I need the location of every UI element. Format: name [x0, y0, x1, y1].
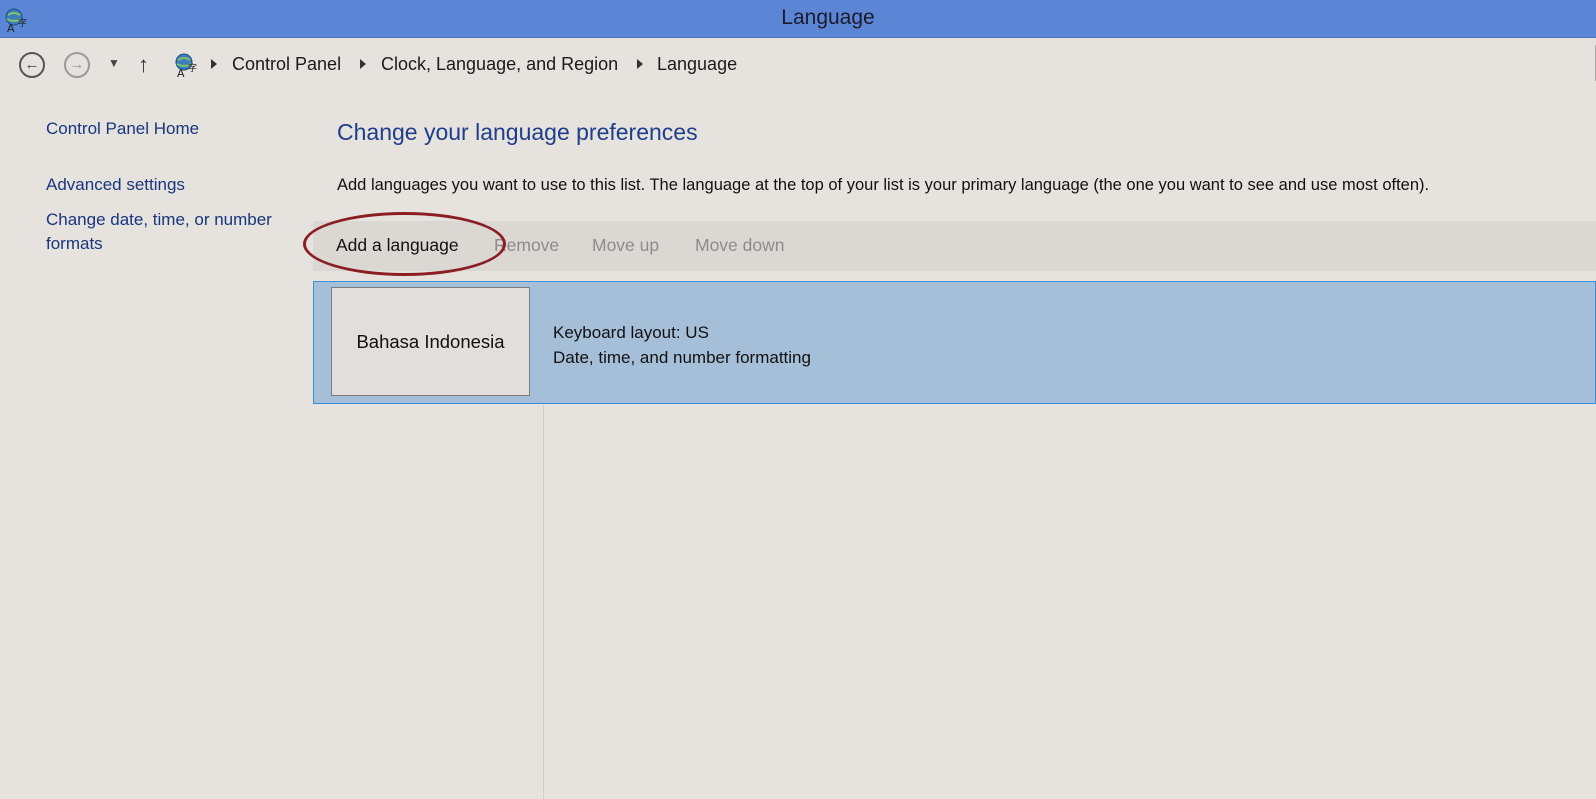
breadcrumb-control-panel[interactable]: Control Panel: [232, 54, 341, 75]
forward-arrow-icon[interactable]: →: [64, 52, 90, 78]
breadcrumb-separator-icon[interactable]: [637, 59, 643, 69]
keyboard-layout-text: Keyboard layout: US: [553, 323, 709, 342]
language-toolbar: Add a language Remove Move up Move down: [313, 221, 1596, 271]
page-description: Add languages you want to use to this li…: [337, 176, 1430, 194]
move-down-button[interactable]: Move down: [695, 235, 785, 256]
title-bar: A 字 Language: [0, 0, 1596, 38]
svg-text:字: 字: [188, 62, 197, 74]
language-globe-icon: A 字: [175, 53, 197, 78]
move-up-button[interactable]: Move up: [592, 235, 659, 256]
formatting-text: Date, time, and number formatting: [553, 348, 811, 367]
language-details: Keyboard layout: US Date, time, and numb…: [553, 320, 811, 370]
sidebar-link-change-formats[interactable]: Change date, time, or number formats: [46, 208, 301, 256]
sidebar-link-control-panel-home[interactable]: Control Panel Home: [46, 117, 199, 141]
add-language-button[interactable]: Add a language: [336, 235, 459, 256]
back-arrow-icon[interactable]: ←: [19, 52, 45, 78]
breadcrumb-separator-icon[interactable]: [211, 59, 217, 69]
breadcrumb-separator-icon[interactable]: [360, 59, 366, 69]
recent-locations-chevron-icon[interactable]: ▼: [108, 56, 120, 70]
window-title: Language: [781, 6, 875, 29]
list-divider: [543, 405, 544, 799]
up-arrow-icon[interactable]: ↑: [138, 52, 149, 78]
remove-button[interactable]: Remove: [494, 235, 559, 256]
svg-text:A: A: [177, 67, 185, 78]
sidebar-link-advanced-settings[interactable]: Advanced settings: [46, 173, 185, 197]
navigation-bar: ← → ▼ ↑ A 字 Control Panel Clock, Languag…: [0, 38, 1596, 90]
page-title: Change your language preferences: [337, 119, 698, 145]
breadcrumb-language[interactable]: Language: [657, 54, 737, 75]
language-name-tile[interactable]: Bahasa Indonesia: [331, 287, 530, 396]
language-list-item[interactable]: Bahasa Indonesia Keyboard layout: US Dat…: [313, 281, 1596, 404]
breadcrumb-clock-language-region[interactable]: Clock, Language, and Region: [381, 54, 618, 75]
